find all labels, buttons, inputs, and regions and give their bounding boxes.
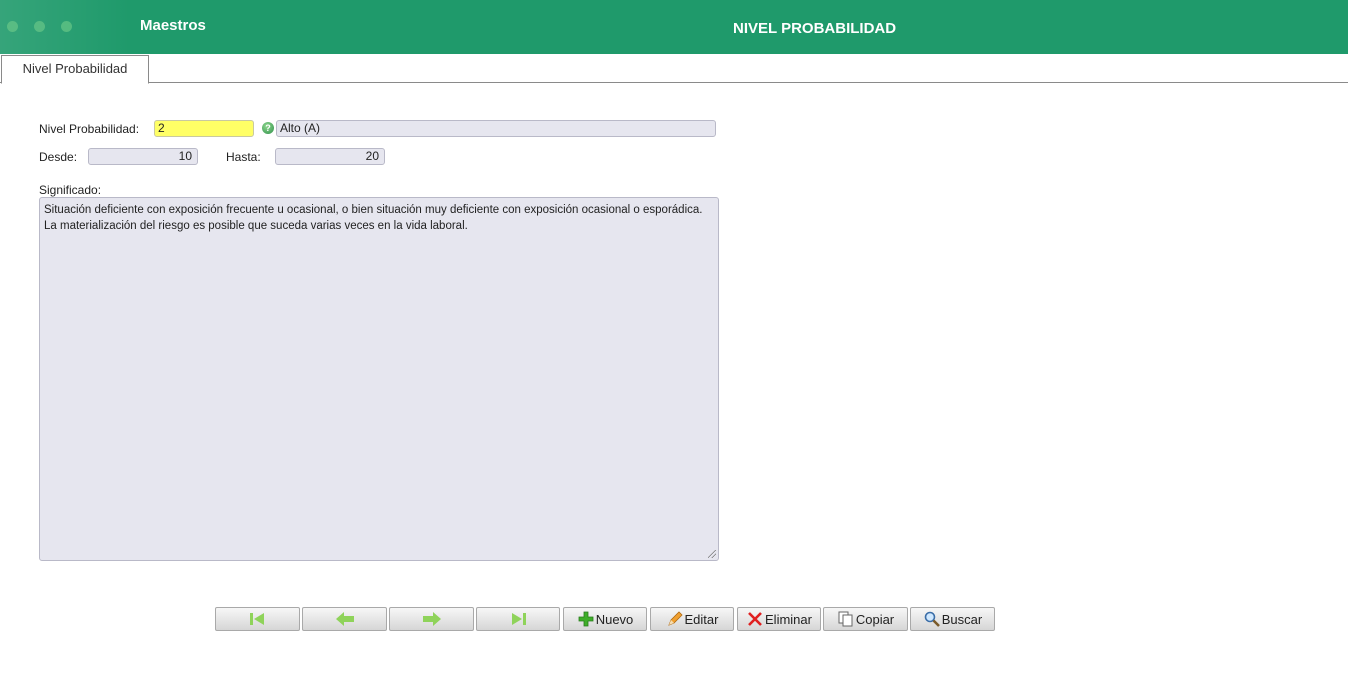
page-title: NIVEL PROBABILIDAD <box>733 20 897 37</box>
previous-record-button[interactable] <box>302 607 387 631</box>
copy-icon <box>837 610 855 628</box>
next-record-button[interactable] <box>389 607 474 631</box>
desde-input[interactable]: 10 <box>88 148 198 165</box>
significado-line: Situación deficiente con exposición frec… <box>44 204 703 216</box>
significado-line: La materialización del riesgo es posible… <box>44 220 468 232</box>
first-record-icon <box>249 613 264 625</box>
plus-icon <box>577 610 595 628</box>
app-title[interactable]: Maestros <box>140 17 206 34</box>
first-record-button[interactable] <box>215 607 300 631</box>
previous-record-icon <box>335 612 354 626</box>
nivel-probabilidad-label: Nivel Probabilidad: <box>39 122 140 136</box>
copiar-button[interactable]: Copiar <box>823 607 908 631</box>
window-dot-icon[interactable] <box>34 21 45 32</box>
significado-label: Significado: <box>39 183 102 197</box>
nuevo-label: Nuevo <box>595 611 634 627</box>
next-record-icon <box>422 612 441 626</box>
last-record-button[interactable] <box>476 607 560 631</box>
significado-textarea[interactable]: Situación deficiente con exposición frec… <box>39 197 719 561</box>
last-record-icon <box>512 613 526 625</box>
desde-label: Desde: <box>39 150 78 164</box>
nivel-description-field: Alto (A) <box>276 120 716 137</box>
buscar-label: Buscar <box>941 611 983 627</box>
tab-bar: Nivel Probabilidad <box>0 54 1348 84</box>
eliminar-button[interactable]: Eliminar <box>737 607 821 631</box>
eliminar-label: Eliminar <box>765 611 812 627</box>
copiar-label: Copiar <box>855 611 895 627</box>
window-dot-icon[interactable] <box>7 21 18 32</box>
help-icon[interactable]: ? <box>262 122 274 134</box>
nuevo-button[interactable]: Nuevo <box>563 607 647 631</box>
hasta-label: Hasta: <box>226 150 261 164</box>
editar-label: Editar <box>684 611 719 627</box>
buscar-button[interactable]: Buscar <box>910 607 995 631</box>
resize-handle-icon[interactable] <box>708 550 716 558</box>
tab-nivel-probabilidad[interactable]: Nivel Probabilidad <box>1 55 149 84</box>
nivel-probabilidad-input[interactable]: 2 <box>154 120 254 137</box>
magnifier-icon <box>923 610 941 628</box>
window-dot-icon[interactable] <box>61 21 72 32</box>
hasta-input[interactable]: 20 <box>275 148 385 165</box>
app-header: Maestros NIVEL PROBABILIDAD <box>0 0 1348 54</box>
x-icon <box>746 610 764 628</box>
pencil-icon <box>666 610 684 628</box>
editar-button[interactable]: Editar <box>650 607 734 631</box>
